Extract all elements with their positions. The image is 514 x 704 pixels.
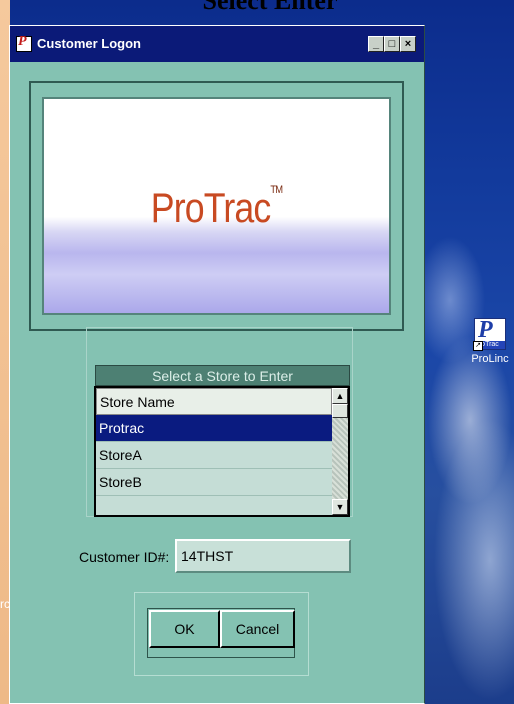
- title-bar[interactable]: P Customer Logon _ □ ×: [10, 26, 424, 62]
- list-item-storea[interactable]: StoreA: [96, 442, 332, 469]
- app-icon[interactable]: P: [16, 34, 32, 52]
- customer-id-label: Customer ID#:: [79, 549, 170, 565]
- window-title: Customer Logon: [37, 36, 141, 51]
- maximize-button[interactable]: □: [384, 36, 400, 52]
- scroll-up-icon[interactable]: ▲: [332, 388, 348, 404]
- ok-button[interactable]: OK: [149, 610, 220, 648]
- vertical-scrollbar[interactable]: ▲ ▼: [332, 388, 348, 515]
- scroll-down-icon[interactable]: ▼: [332, 499, 348, 515]
- customer-logon-window: P Customer Logon _ □ × ProTracTM Select …: [9, 25, 425, 704]
- logo-image: ProTracTM: [42, 97, 391, 315]
- page-title: Select Enter: [202, 0, 338, 15]
- protrac-logo: ProTracTM: [150, 184, 283, 231]
- shortcut-arrow-icon: ↗: [473, 341, 483, 351]
- desktop-icon-prolinc[interactable]: P oTrac ↗ ProLinc: [466, 317, 514, 365]
- customer-id-field[interactable]: [175, 539, 351, 573]
- protrac-icon: P oTrac ↗: [473, 317, 506, 351]
- list-item-protrac[interactable]: Protrac: [96, 415, 332, 442]
- store-list[interactable]: Store Name Protrac StoreA StoreB ▲ ▼: [94, 386, 350, 517]
- scroll-thumb[interactable]: [332, 404, 348, 418]
- close-button[interactable]: ×: [400, 36, 416, 52]
- logo-panel: ProTracTM: [29, 81, 404, 331]
- list-column-header[interactable]: Store Name: [96, 388, 332, 415]
- list-item-storeb[interactable]: StoreB: [96, 469, 332, 496]
- minimize-button[interactable]: _: [368, 36, 384, 52]
- store-list-heading: Select a Store to Enter: [95, 365, 350, 386]
- cancel-button[interactable]: Cancel: [220, 610, 295, 648]
- desktop-icon-label: ProLinc: [471, 353, 509, 365]
